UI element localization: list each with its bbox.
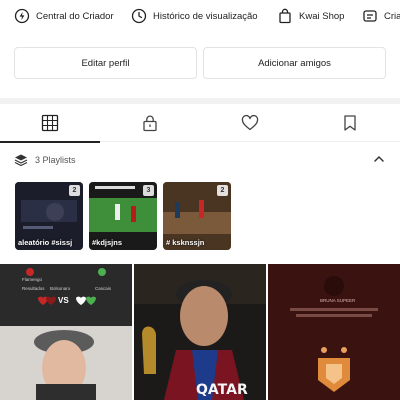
tab-grid[interactable] — [0, 104, 100, 143]
watch-history-label: Histórico de visualização — [153, 10, 258, 22]
playlist-title: #kdjsjns — [92, 238, 123, 247]
playlists-header[interactable]: 3 Playlists — [14, 150, 386, 170]
versus-label: VS — [58, 296, 69, 305]
panel-title: BRUNA SUPEER — [320, 298, 356, 303]
scoreboard-label: Resultados — [22, 286, 45, 291]
chevron-up-icon[interactable] — [372, 152, 386, 166]
profile-tabs — [0, 104, 400, 143]
playlist-card[interactable]: 2 aleatório #sissj — [15, 182, 83, 250]
tab-private[interactable] — [100, 104, 200, 142]
scoreboard-label: Bolsonaro — [50, 286, 71, 291]
kwai-shop-shortcut[interactable]: Kwai Shop — [277, 0, 344, 32]
layers-icon — [14, 154, 28, 167]
video-thumbnail[interactable]: Flamengo Resultados Bolsonaro Cascais VS — [0, 264, 132, 400]
creator-center-shortcut[interactable]: Central do Criador — [14, 0, 114, 32]
watch-history-shortcut[interactable]: Histórico de visualização — [131, 0, 258, 32]
playlists-count: 3 Playlists — [35, 155, 76, 165]
video-thumbnail[interactable]: BRUNA SUPEER — [268, 264, 400, 400]
shirt-sponsor-text: QATAR — [196, 382, 248, 398]
shortcut-bar: Central do Criador Histórico de visualiz… — [0, 0, 400, 32]
playlist-title: aleatório #sissj — [18, 238, 73, 247]
video-image — [0, 264, 132, 400]
creator-center-label: Central do Criador — [36, 10, 114, 22]
video-image — [134, 264, 266, 400]
playlist-card[interactable]: 2 # ksknssjn — [163, 182, 231, 250]
tab-likes[interactable] — [200, 104, 300, 142]
heart-icon — [241, 114, 259, 131]
playlist-video-count: 2 — [217, 185, 228, 196]
video-image — [268, 264, 400, 400]
playlist-card[interactable]: 3 #kdjsjns — [89, 182, 157, 250]
creator-tools-label: Cria — [384, 10, 400, 22]
creator-tools-shortcut[interactable]: Cria — [362, 0, 400, 32]
edit-profile-button[interactable]: Editar perfil — [14, 47, 197, 79]
playlist-video-count: 3 — [143, 185, 154, 196]
kwai-shop-label: Kwai Shop — [299, 10, 345, 22]
scoreboard-label: Flamengo — [22, 277, 43, 282]
creator-icon — [362, 8, 378, 24]
playlist-video-count: 2 — [69, 185, 80, 196]
lightning-circle-icon — [14, 8, 30, 24]
scoreboard-label: Cascais — [95, 286, 112, 291]
tab-saved[interactable] — [300, 104, 400, 142]
bookmark-icon — [344, 115, 356, 131]
grid-icon — [41, 114, 59, 132]
shopping-bag-icon — [277, 8, 293, 24]
clock-icon — [131, 8, 147, 24]
lock-icon — [143, 115, 157, 132]
add-friends-button[interactable]: Adicionar amigos — [203, 47, 386, 79]
playlist-title: # ksknssjn — [166, 238, 205, 247]
video-thumbnail[interactable]: QATAR — [134, 264, 266, 400]
